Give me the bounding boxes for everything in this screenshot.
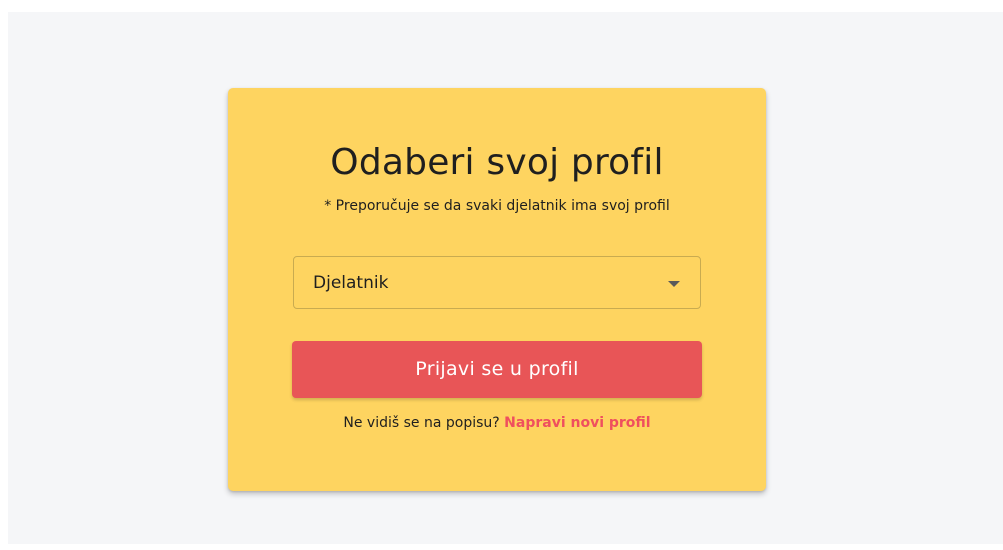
page-title: Odaberi svoj profil <box>330 142 664 183</box>
subtitle-note: * Preporučuje se da svaki djelatnik ima … <box>324 198 670 214</box>
profile-select-value: Djelatnik <box>313 273 389 293</box>
chevron-down-icon <box>668 281 680 287</box>
create-profile-prompt: Ne vidiš se na popisu? Napravi novi prof… <box>228 413 766 433</box>
not-listed-text: Ne vidiš se na popisu? <box>343 415 500 431</box>
profile-select-card: Odaberi svoj profil * Preporučuje se da … <box>228 88 766 491</box>
login-button[interactable]: Prijavi se u profil <box>292 341 702 398</box>
create-new-profile-link[interactable]: Napravi novi profil <box>504 415 650 431</box>
profile-select[interactable]: Djelatnik <box>293 256 701 309</box>
